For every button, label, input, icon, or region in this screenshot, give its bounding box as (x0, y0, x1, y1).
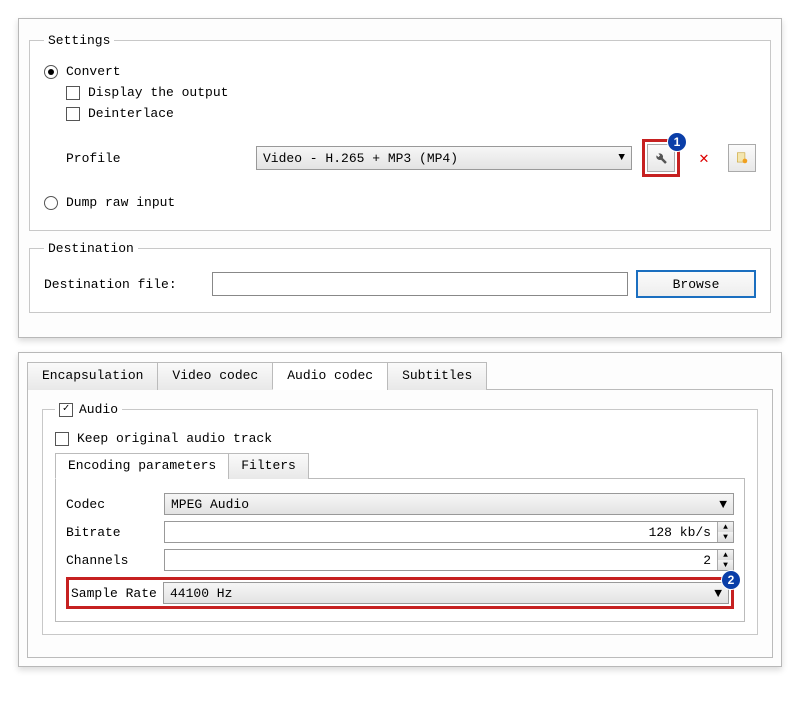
tab-audio-codec[interactable]: Audio codec (272, 362, 388, 390)
audio-fieldset: ✓ Audio Keep original audio track Encodi… (42, 402, 758, 635)
sample-rate-row: Sample Rate 44100 Hz ▼ (71, 582, 729, 604)
bitrate-row: Bitrate 128 kb/s ▲▼ (66, 521, 734, 543)
channels-value: 2 (165, 553, 717, 568)
tab-subtitles[interactable]: Subtitles (387, 362, 487, 390)
sub-tab-encoding[interactable]: Encoding parameters (55, 453, 229, 479)
destination-file-input[interactable] (212, 272, 628, 296)
sample-rate-dropdown[interactable]: 44100 Hz ▼ (163, 582, 729, 604)
encoding-parameters-panel: Codec MPEG Audio ▼ Bitrate 128 kb/s ▲▼ C… (55, 479, 745, 622)
wrench-icon (654, 151, 668, 165)
deinterlace-label: Deinterlace (88, 106, 174, 121)
codec-label: Codec (66, 497, 158, 512)
dump-raw-radio-row[interactable]: Dump raw input (44, 195, 756, 210)
convert-panel: Settings Convert Display the output Dein… (18, 18, 782, 338)
destination-file-label: Destination file: (44, 277, 204, 292)
audio-checkbox[interactable]: ✓ (59, 403, 73, 417)
convert-radio-row[interactable]: Convert (44, 64, 756, 79)
channels-row: Channels 2 ▲▼ (66, 549, 734, 571)
bitrate-spin-buttons[interactable]: ▲▼ (717, 522, 733, 542)
spin-up-icon[interactable]: ▲ (718, 550, 733, 560)
deinterlace-row[interactable]: Deinterlace (66, 106, 756, 121)
edit-profile-highlight: 1 (642, 139, 680, 177)
sub-tab-filters[interactable]: Filters (228, 453, 309, 479)
close-icon: ✕ (699, 148, 709, 168)
display-output-row[interactable]: Display the output (66, 85, 756, 100)
chevron-down-icon: ▼ (618, 152, 625, 164)
profile-label: Profile (66, 151, 246, 166)
convert-label: Convert (66, 64, 121, 79)
channels-spinner[interactable]: 2 ▲▼ (164, 549, 734, 571)
sample-rate-highlight: Sample Rate 44100 Hz ▼ 2 (66, 577, 734, 609)
display-output-label: Display the output (88, 85, 228, 100)
new-document-icon (735, 151, 749, 165)
browse-label: Browse (673, 277, 720, 292)
chevron-down-icon: ▼ (719, 497, 727, 512)
tab-encapsulation[interactable]: Encapsulation (27, 362, 158, 390)
codec-row: Codec MPEG Audio ▼ (66, 493, 734, 515)
spin-up-icon[interactable]: ▲ (718, 522, 733, 532)
destination-fieldset: Destination Destination file: Browse (29, 241, 771, 313)
dump-raw-radio[interactable] (44, 196, 58, 210)
chevron-down-icon: ▼ (714, 586, 722, 601)
sample-rate-label: Sample Rate (71, 586, 157, 601)
bitrate-label: Bitrate (66, 525, 158, 540)
delete-profile-button[interactable]: ✕ (690, 144, 718, 172)
codec-value: MPEG Audio (171, 497, 249, 512)
audio-codec-tabpanel: ✓ Audio Keep original audio track Encodi… (27, 390, 773, 658)
annotation-badge-2: 2 (721, 570, 741, 590)
spin-down-icon[interactable]: ▼ (718, 560, 733, 570)
destination-file-row: Destination file: Browse (44, 266, 756, 298)
profile-value: Video - H.265 + MP3 (MP4) (263, 151, 458, 166)
keep-original-row[interactable]: Keep original audio track (55, 431, 745, 446)
codec-tabs: Encapsulation Video codec Audio codec Su… (27, 361, 773, 390)
tab-video-codec[interactable]: Video codec (157, 362, 273, 390)
audio-legend[interactable]: ✓ Audio (55, 402, 122, 417)
profile-dropdown[interactable]: Video - H.265 + MP3 (MP4) ▼ (256, 146, 632, 170)
browse-button[interactable]: Browse (636, 270, 756, 298)
codec-panel: Encapsulation Video codec Audio codec Su… (18, 352, 782, 667)
codec-dropdown[interactable]: MPEG Audio ▼ (164, 493, 734, 515)
spin-down-icon[interactable]: ▼ (718, 532, 733, 542)
bitrate-value: 128 kb/s (165, 525, 717, 540)
keep-original-label: Keep original audio track (77, 431, 272, 446)
settings-legend: Settings (44, 33, 114, 48)
convert-radio[interactable] (44, 65, 58, 79)
audio-label: Audio (79, 402, 118, 417)
display-output-checkbox[interactable] (66, 86, 80, 100)
destination-legend: Destination (44, 241, 138, 256)
dump-raw-label: Dump raw input (66, 195, 175, 210)
keep-original-checkbox[interactable] (55, 432, 69, 446)
channels-spin-buttons[interactable]: ▲▼ (717, 550, 733, 570)
profile-row: Profile Video - H.265 + MP3 (MP4) ▼ 1 ✕ (66, 139, 756, 177)
bitrate-spinner[interactable]: 128 kb/s ▲▼ (164, 521, 734, 543)
channels-label: Channels (66, 553, 158, 568)
new-profile-button[interactable] (728, 144, 756, 172)
annotation-badge-1: 1 (667, 132, 687, 152)
audio-sub-tabs: Encoding parameters Filters (55, 452, 745, 479)
settings-fieldset: Settings Convert Display the output Dein… (29, 33, 771, 231)
sample-rate-value: 44100 Hz (170, 586, 232, 601)
deinterlace-checkbox[interactable] (66, 107, 80, 121)
